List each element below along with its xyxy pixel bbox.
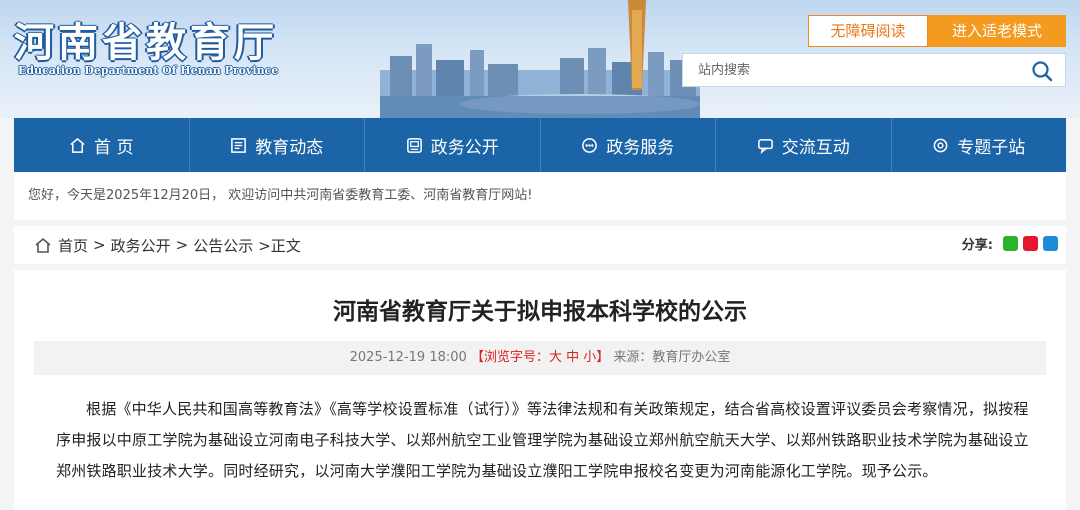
main-nav: 首 页 教育动态 政务公开 政务服务 交流互动 专题子站 [14,118,1066,172]
nav-item-label: 教育动态 [255,137,324,158]
chat-icon [757,138,773,154]
font-size-switcher[interactable]: 【浏览字号：大 中 小】 [471,350,609,365]
welcome-message: 您好，今天是2025年12月20日， 欢迎访问中共河南省委教育工委、河南省教育厅… [14,172,1066,220]
breadcrumb-current: >正文 [258,236,301,255]
site-header: 河南省教育厅 Education Department Of Henan Pro… [0,0,1080,118]
site-search-input[interactable] [683,54,1013,86]
search-icon[interactable] [1031,60,1053,82]
home-icon [70,137,85,153]
nav-item-home[interactable]: 首 页 [14,118,189,172]
breadcrumb-separator: > [175,236,189,254]
breadcrumb-home[interactable]: 首页 [58,235,88,256]
site-logo-subtitle: Education Department Of Henan Province [18,64,279,77]
nav-item-topic-sites[interactable]: 专题子站 [890,118,1067,172]
article-title: 河南省教育厅关于拟申报本科学校的公示 [333,299,747,325]
breadcrumb-separator: > [93,236,106,254]
article-meta: 2025-12-19 18:00 【浏览字号：大 中 小】 来源：教育厅办公室 [34,341,1046,375]
nav-item-label: 专题子站 [957,137,1026,158]
article-container: 河南省教育厅关于拟申报本科学校的公示 2025-12-19 18:00 【浏览字… [14,270,1066,510]
breadcrumb-announcements[interactable]: 公告公示 [193,235,253,256]
article-date: 2025-12-19 18:00 [349,350,467,365]
nav-item-government-affairs[interactable]: 政务公开 [364,118,540,172]
share-label: 分享: [961,238,993,253]
elder-mode-button[interactable]: 进入适老模式 [928,15,1066,47]
home-icon[interactable] [34,236,52,254]
news-icon [231,137,247,153]
article-source: 来源：教育厅办公室 [613,350,731,365]
nav-item-label: 政务公开 [430,137,499,158]
weibo-icon[interactable] [1023,236,1038,251]
nav-item-label: 交流互动 [781,137,850,158]
site-search-box [682,53,1066,87]
city-skyline-image [380,0,700,118]
nav-item-label: 政务服务 [606,137,675,158]
document-icon [406,137,422,153]
wechat-icon[interactable] [1003,236,1018,251]
service-icon [582,137,598,153]
topic-icon [933,138,948,152]
article-body: 根据《中华人民共和国高等教育法》《高等学校设置标准（试行）》等法律法规和有关政策… [56,400,1029,480]
breadcrumb-government-affairs[interactable]: 政务公开 [111,235,171,256]
nav-item-education-news[interactable]: 教育动态 [188,118,365,172]
qq-icon[interactable] [1043,236,1058,251]
nav-item-interaction[interactable]: 交流互动 [715,118,891,172]
breadcrumb: 首页 > 政务公开 > 公告公示 >正文 分享: [14,226,1066,264]
accessibility-reading-button[interactable]: 无障碍阅读 [808,15,928,47]
share-bar: 分享: [962,234,1058,253]
site-logo-title[interactable]: 河南省教育厅 [14,10,278,68]
nav-item-government-services[interactable]: 政务服务 [539,118,716,172]
nav-item-label: 首 页 [94,137,134,158]
